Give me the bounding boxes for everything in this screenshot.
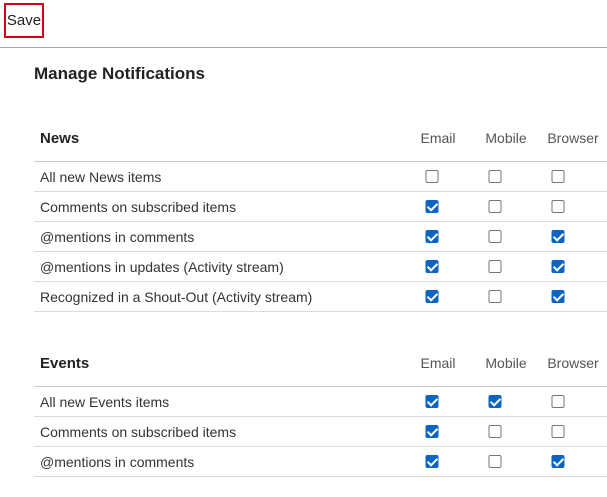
browser-checkbox[interactable] [551,395,565,408]
notification-row: @mentions in comments [34,447,607,477]
browser-checkbox[interactable] [551,260,565,273]
notification-row: @mentions in comments [34,222,607,252]
row-label: All new News items [40,169,162,185]
row-label: Recognized in a Shout-Out (Activity stre… [40,289,313,305]
row-label: Comments on subscribed items [40,424,237,440]
column-header-email: Email [420,130,456,146]
browser-checkbox[interactable] [551,230,565,243]
section-title: Events [40,355,90,372]
news-rows: All new News items Comments on subscribe… [34,162,607,312]
save-button[interactable]: Save [4,3,44,38]
mobile-checkbox[interactable] [488,455,502,468]
column-header-mobile: Mobile [485,130,527,146]
top-toolbar: Save [0,0,607,48]
notification-row: Comments on subscribed items [34,192,607,222]
browser-checkbox[interactable] [551,290,565,303]
row-label: All new Events items [40,394,170,410]
mobile-checkbox[interactable] [488,170,502,183]
row-label: Comments on subscribed items [40,199,237,215]
column-header-mobile: Mobile [485,355,527,371]
email-checkbox[interactable] [425,290,439,303]
notification-row: All new Events items [34,387,607,417]
email-checkbox[interactable] [425,395,439,408]
row-label: @mentions in updates (Activity stream) [40,259,284,275]
browser-checkbox[interactable] [551,425,565,438]
row-label: @mentions in comments [40,454,195,470]
news-section: News Email Mobile Browser All new News i… [34,115,607,312]
email-checkbox[interactable] [425,170,439,183]
email-checkbox[interactable] [425,260,439,273]
email-checkbox[interactable] [425,455,439,468]
section-title: News [40,130,80,147]
browser-checkbox[interactable] [551,200,565,213]
notification-row: Comments on subscribed items [34,417,607,447]
notification-row: @mentions in updates (Activity stream) [34,252,607,282]
mobile-checkbox[interactable] [488,260,502,273]
mobile-checkbox[interactable] [488,200,502,213]
column-header-browser: Browser [547,130,599,146]
mobile-checkbox[interactable] [488,425,502,438]
mobile-checkbox[interactable] [488,230,502,243]
events-section: Events Email Mobile Browser All new Even… [34,340,607,477]
section-header: Events Email Mobile Browser [34,340,607,387]
column-header-browser: Browser [547,355,599,371]
email-checkbox[interactable] [425,230,439,243]
email-checkbox[interactable] [425,200,439,213]
notification-row: All new News items [34,162,607,192]
browser-checkbox[interactable] [551,170,565,183]
events-rows: All new Events items Comments on subscri… [34,387,607,477]
notification-row: Recognized in a Shout-Out (Activity stre… [34,282,607,312]
section-header: News Email Mobile Browser [34,115,607,162]
page-title: Manage Notifications [34,64,205,83]
column-header-email: Email [420,355,456,371]
row-label: @mentions in comments [40,229,195,245]
browser-checkbox[interactable] [551,455,565,468]
email-checkbox[interactable] [425,425,439,438]
mobile-checkbox[interactable] [488,395,502,408]
mobile-checkbox[interactable] [488,290,502,303]
